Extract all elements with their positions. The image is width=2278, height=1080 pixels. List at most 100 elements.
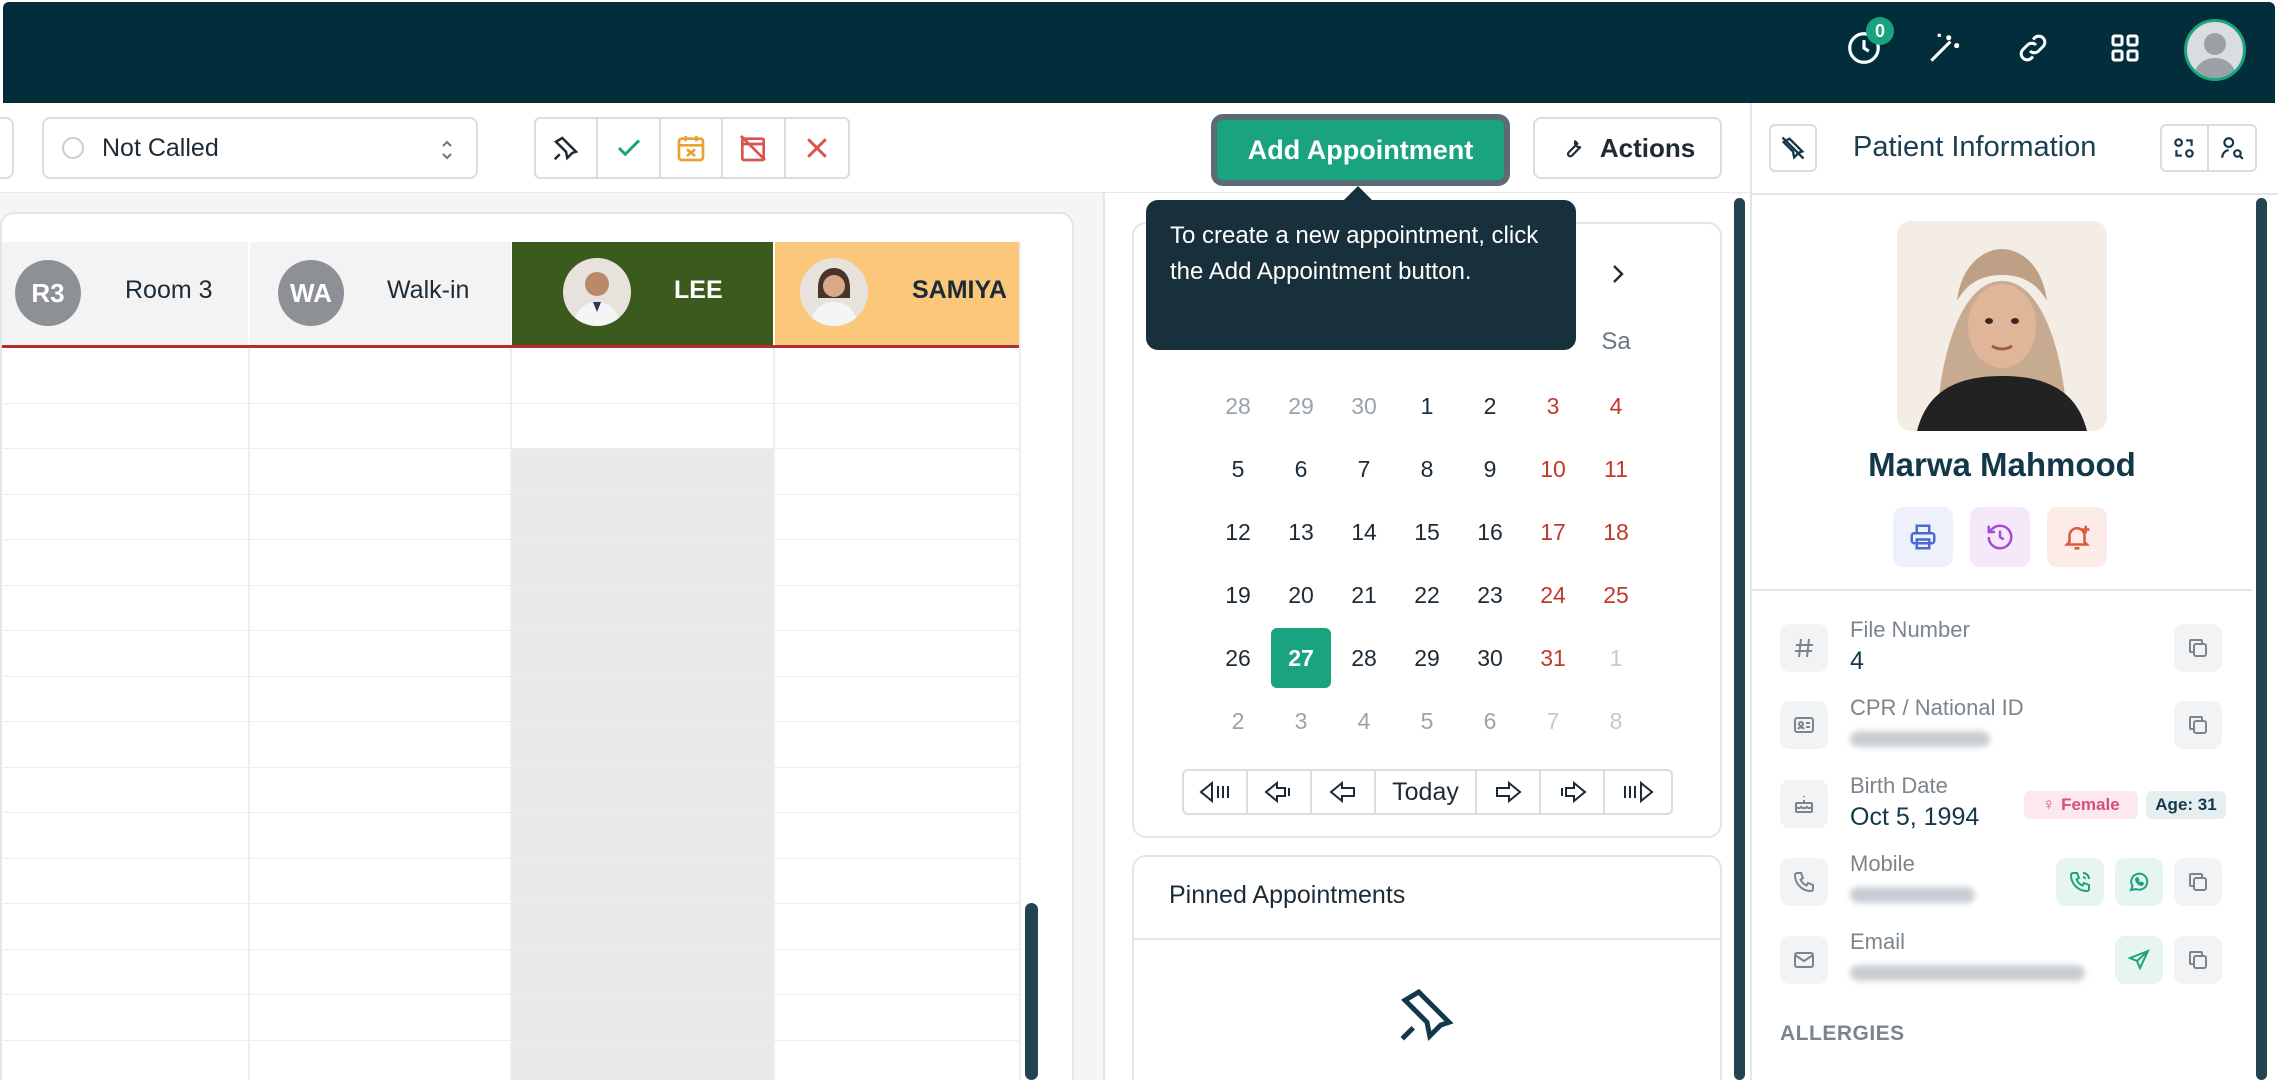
user-avatar[interactable] [2184,19,2246,81]
calendar-day[interactable]: 30 [1334,376,1394,436]
calendar-day[interactable]: 8 [1586,691,1646,751]
schedule-scrollbar[interactable] [1025,903,1038,1080]
patient-info-divider [1752,589,2252,591]
calendar-day[interactable]: 5 [1397,691,1457,751]
calendar-day[interactable]: 5 [1208,439,1268,499]
calendar-day[interactable]: 21 [1334,565,1394,625]
patient-history-button[interactable] [1970,507,2030,567]
calendar-day[interactable]: 16 [1460,502,1520,562]
calendar-day[interactable]: 9 [1460,439,1520,499]
search-patient-button[interactable] [2209,126,2255,170]
mail-icon [1780,936,1828,984]
chevron-right-icon[interactable] [1605,259,1631,289]
send-email-button[interactable] [2115,936,2163,984]
calendar-day[interactable]: 6 [1271,439,1331,499]
calendar-day[interactable]: 31 [1523,628,1583,688]
patient-panel-scrollbar[interactable] [2256,198,2267,1080]
calendar-day[interactable]: 2 [1208,691,1268,751]
middle-scrollbar[interactable] [1734,198,1745,1080]
today-button[interactable]: Today [1376,771,1477,813]
prev-month-button[interactable] [1248,771,1312,813]
calendar-day[interactable]: 20 [1271,565,1331,625]
copy-icon [2189,639,2207,657]
gender-text: Female [2061,795,2120,814]
calendar-day[interactable]: 29 [1271,376,1331,436]
no-show-button[interactable] [723,119,786,177]
calendar-day[interactable]: 18 [1586,502,1646,562]
calendar-day[interactable]: 25 [1586,565,1646,625]
calendar-day[interactable]: 13 [1271,502,1331,562]
patient-name: Marwa Mahmood [1868,446,2136,483]
calendar-day[interactable]: 10 [1523,439,1583,499]
calendar-day[interactable]: 15 [1397,502,1457,562]
calendar-day[interactable]: 19 [1208,565,1268,625]
calendar-day[interactable]: 6 [1460,691,1520,751]
confirm-button[interactable] [598,119,661,177]
calendar-day[interactable]: 28 [1334,628,1394,688]
magic-wand-icon[interactable] [1922,26,1966,70]
left-arrow-icon [1329,780,1355,804]
actions-button[interactable]: Actions [1533,117,1722,179]
calendar-day[interactable]: 8 [1397,439,1457,499]
calendar-day[interactable]: 7 [1523,691,1583,751]
calendar-day[interactable]: 7 [1334,439,1394,499]
calendar-day[interactable]: 4 [1334,691,1394,751]
tooltip-text: To create a new appointment, click the A… [1170,222,1539,285]
calendar-day[interactable]: 24 [1523,565,1583,625]
phone-icon [1780,858,1828,906]
next-month-button[interactable] [1541,771,1605,813]
calendar-day[interactable]: 23 [1460,565,1520,625]
calendar-day[interactable]: 27 [1271,628,1331,688]
grid-hline [0,539,1019,540]
grid-hline [0,448,1019,449]
patient-panel-title: Patient Information [1853,131,2097,163]
calendar-day[interactable]: 3 [1523,376,1583,436]
updown-chevron-icon [442,140,452,160]
hash-icon [1780,624,1828,672]
calendar-day[interactable]: 29 [1397,628,1457,688]
calendar-day[interactable]: 1 [1397,376,1457,436]
calendar-day[interactable]: 4 [1586,376,1646,436]
add-reminder-button[interactable] [2047,507,2107,567]
call-status-select[interactable]: Not Called [42,117,478,179]
unpin-panel-button[interactable] [1769,124,1817,172]
call-button[interactable] [2056,858,2104,906]
pinned-divider [1134,938,1720,940]
calendar-nav: Today [1182,769,1673,815]
calendar-day[interactable]: 26 [1208,628,1268,688]
prev-year-button[interactable] [1184,771,1248,813]
copy-mobile-button[interactable] [2174,858,2222,906]
calendar-day[interactable]: 30 [1460,628,1520,688]
reschedule-button[interactable] [661,119,724,177]
prev-week-button[interactable] [1312,771,1376,813]
calendar-day[interactable]: 12 [1208,502,1268,562]
calendar-day[interactable]: 11 [1586,439,1646,499]
copy-icon [2189,716,2207,734]
next-year-button[interactable] [1605,771,1671,813]
cancel-button[interactable] [786,119,848,177]
calendar-day[interactable]: 28 [1208,376,1268,436]
walkin-name: Walk-in [387,276,470,304]
calendar-day[interactable]: 2 [1460,376,1520,436]
calendar-day[interactable]: 17 [1523,502,1583,562]
birthday-cake-icon [1780,780,1828,828]
apps-grid-icon[interactable] [2103,26,2147,70]
panel-header-divider [1752,193,2278,195]
calendar-day[interactable]: 14 [1334,502,1394,562]
calendar-day[interactable]: 3 [1271,691,1331,751]
lee-name: LEE [674,276,723,304]
date-filter-stub[interactable] [0,117,14,179]
next-week-button[interactable] [1477,771,1541,813]
print-button[interactable] [1893,507,1953,567]
calendar-day[interactable]: 22 [1397,565,1457,625]
copy-file-number-button[interactable] [2174,624,2222,672]
calendar-day[interactable]: 1 [1586,628,1646,688]
pin-button[interactable] [536,119,599,177]
add-appointment-button[interactable]: Add Appointment [1218,121,1503,179]
link-icon[interactable] [2011,26,2055,70]
grid-hline [0,812,1019,813]
copy-cpr-button[interactable] [2174,701,2222,749]
switch-patient-button[interactable] [2162,126,2209,170]
whatsapp-button[interactable] [2115,858,2163,906]
copy-email-button[interactable] [2174,936,2222,984]
